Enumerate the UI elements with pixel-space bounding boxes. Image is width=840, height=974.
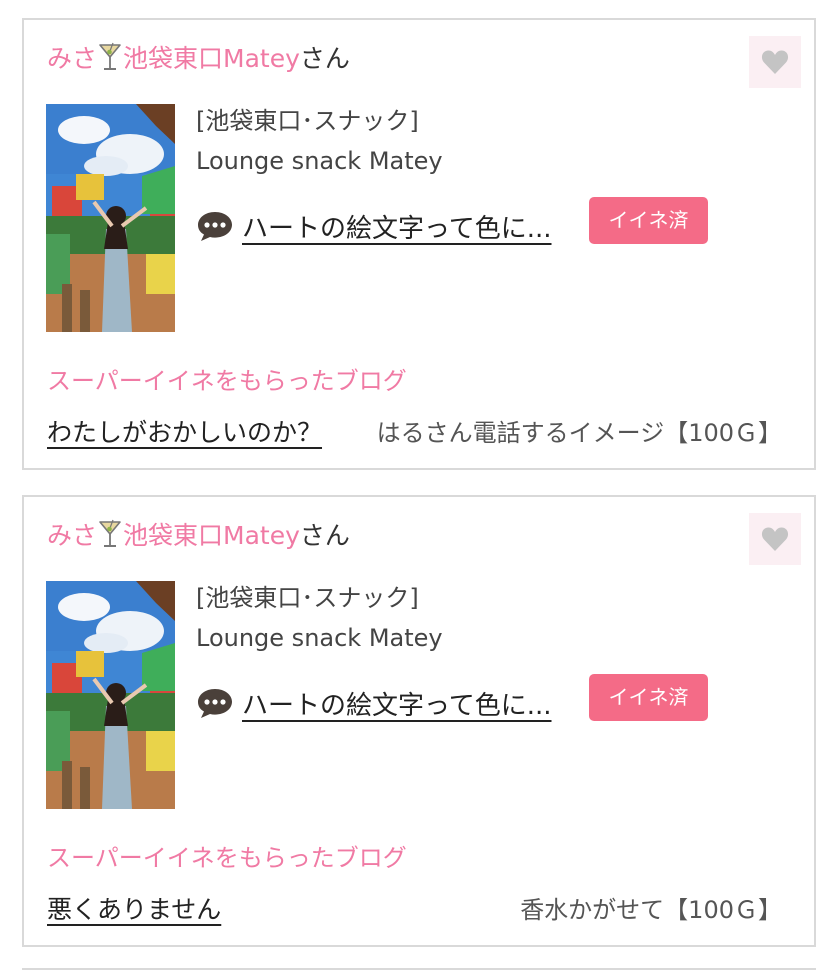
iine-badge[interactable]: イイネ済 bbox=[589, 674, 708, 721]
user-line[interactable]: みさ 池袋東口Mateyさん bbox=[47, 519, 350, 553]
user-suffix: さん bbox=[299, 521, 350, 550]
cast-photo[interactable] bbox=[46, 104, 175, 332]
next-card-border bbox=[22, 968, 816, 970]
blog-card: みさ 池袋東口Mateyさん [池袋東口･スナック] Lounge snack … bbox=[22, 495, 816, 947]
cocktail-glass-icon bbox=[99, 519, 121, 547]
cast-photo[interactable] bbox=[46, 581, 175, 809]
cocktail-glass-icon bbox=[99, 42, 121, 70]
user-shop[interactable]: 池袋東口Matey bbox=[123, 44, 300, 73]
blog-title-link[interactable]: ハートの絵文字って色に... bbox=[242, 208, 552, 245]
user-suffix: さん bbox=[299, 44, 350, 73]
heart-icon bbox=[761, 50, 789, 74]
user-name[interactable]: みさ bbox=[47, 44, 97, 73]
heart-icon bbox=[761, 527, 789, 551]
shop-name[interactable]: Lounge snack Matey bbox=[196, 621, 443, 655]
super-iine-heading: スーパーイイネをもらったブログ bbox=[47, 844, 407, 872]
shop-name[interactable]: Lounge snack Matey bbox=[196, 144, 443, 178]
blog-card: みさ 池袋東口Mateyさん [池袋東口･スナック] Lounge snack … bbox=[22, 18, 816, 470]
super-iine-gift: 香水かがせて【100Ｇ】 bbox=[520, 896, 782, 924]
speech-bubble-icon bbox=[198, 212, 232, 241]
super-iine-blog-link[interactable]: わたしがおかしいのか？ bbox=[47, 416, 322, 450]
user-line[interactable]: みさ 池袋東口Mateyさん bbox=[47, 42, 350, 76]
shop-category: [池袋東口･スナック] bbox=[196, 584, 419, 612]
blog-row: ハートの絵文字って色に... bbox=[196, 206, 552, 246]
shop-category: [池袋東口･スナック] bbox=[196, 107, 419, 135]
blog-title-link[interactable]: ハートの絵文字って色に... bbox=[242, 685, 552, 722]
speech-bubble-icon bbox=[198, 689, 232, 718]
like-button[interactable] bbox=[749, 513, 801, 565]
user-name[interactable]: みさ bbox=[47, 521, 97, 550]
like-button[interactable] bbox=[749, 36, 801, 88]
super-iine-blog-link[interactable]: 悪くありません bbox=[47, 893, 221, 927]
super-iine-gift: はるさん電話するイメージ【100Ｇ】 bbox=[376, 419, 782, 447]
user-shop[interactable]: 池袋東口Matey bbox=[123, 521, 300, 550]
iine-badge[interactable]: イイネ済 bbox=[589, 197, 708, 244]
blog-row: ハートの絵文字って色に... bbox=[196, 683, 552, 723]
super-iine-heading: スーパーイイネをもらったブログ bbox=[47, 367, 407, 395]
